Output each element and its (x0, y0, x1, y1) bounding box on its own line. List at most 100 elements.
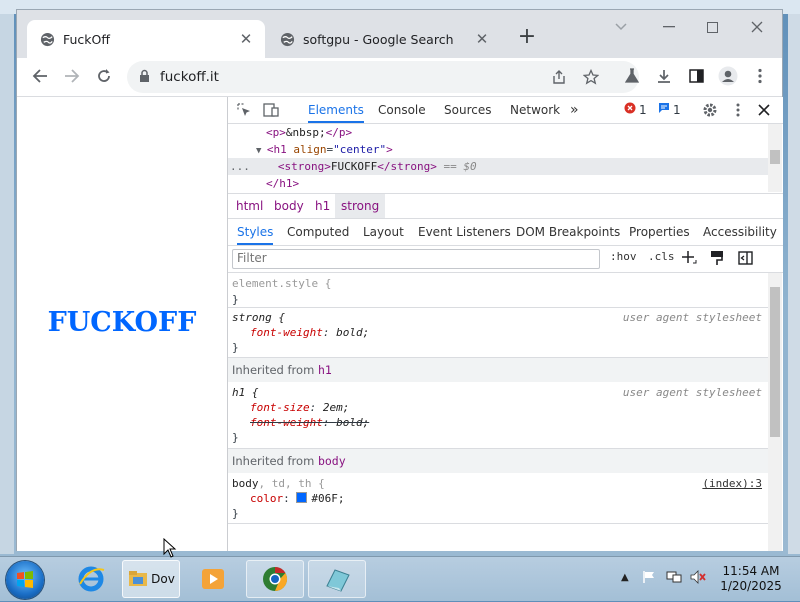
profile-avatar-icon[interactable] (715, 63, 741, 89)
maximize-icon[interactable] (692, 16, 732, 38)
menu-kebab-icon[interactable] (747, 63, 773, 89)
forward-arrow-icon[interactable] (59, 63, 85, 89)
breadcrumb-body[interactable]: body (268, 194, 310, 218)
mouse-cursor-icon (163, 537, 177, 561)
rule-selector: h1 { (232, 386, 259, 399)
dom-node-p[interactable]: <p>&nbsp;</p> (228, 124, 768, 141)
inspect-element-icon[interactable] (235, 101, 253, 119)
tab-google-search[interactable]: softgpu - Google Search ✕ (267, 20, 501, 58)
paint-roller-icon[interactable] (708, 249, 726, 267)
app-window-icon[interactable] (308, 560, 366, 598)
subtab-computed[interactable]: Computed (287, 219, 349, 245)
tab-title: softgpu - Google Search (303, 31, 454, 47)
close-tab-icon[interactable]: ✕ (235, 28, 257, 50)
dom-node-strong-selected[interactable]: ... <strong>FUCKOFF</strong> == $0 (228, 158, 768, 175)
tab-console[interactable]: Console (378, 97, 426, 123)
toggle-sidebar-icon[interactable] (736, 249, 754, 267)
node-text: FUCKOFF (330, 160, 378, 173)
devtools-menu-icon[interactable] (729, 101, 747, 119)
tab-network[interactable]: Network (510, 97, 560, 123)
rule-declaration-overridden[interactable]: font-weight: bold; (250, 415, 369, 431)
more-tabs-icon[interactable]: » (570, 97, 579, 123)
style-rule-body[interactable]: body, td, th { (index):3 color: #06F; } (228, 473, 768, 524)
styles-scrollbar-thumb[interactable] (770, 287, 780, 437)
style-rule-element[interactable]: element.style { } (228, 273, 768, 308)
lock-icon[interactable] (139, 69, 150, 86)
windows-logo-icon (17, 571, 33, 588)
settings-gear-icon[interactable] (701, 101, 719, 119)
clock-date: 1/20/2025 (720, 579, 782, 593)
dom-node-h1[interactable]: ▼ <h1 align="center"> (228, 141, 768, 158)
volume-muted-icon[interactable] (690, 570, 706, 587)
subtab-accessibility[interactable]: Accessibility (703, 219, 777, 245)
address-bar[interactable]: fuckoff.it (127, 61, 639, 93)
selector-match: body (232, 477, 259, 490)
rule-declaration[interactable]: color: #06F; (250, 491, 345, 507)
minimize-icon[interactable] (649, 16, 689, 38)
share-icon[interactable] (549, 67, 569, 87)
subtab-event-listeners[interactable]: Event Listeners (418, 219, 511, 245)
inherited-label: Inherited from (232, 454, 315, 468)
tab-search-chevron-icon[interactable] (601, 16, 641, 38)
tab-fuckoff[interactable]: FuckOff ✕ (27, 20, 265, 58)
chrome-icon[interactable] (246, 560, 304, 598)
reload-icon[interactable] (91, 63, 117, 89)
tab-sources[interactable]: Sources (444, 97, 491, 123)
close-tab-icon[interactable]: ✕ (471, 28, 493, 50)
node-text: &nbsp; (285, 126, 326, 139)
color-swatch[interactable] (296, 492, 308, 503)
background-window-edge (0, 14, 14, 554)
style-rule-strong[interactable]: strong { user agent stylesheet font-weig… (228, 307, 768, 358)
message-badge[interactable]: 1 (658, 102, 681, 117)
subtab-styles[interactable]: Styles (237, 219, 274, 245)
rule-source-link[interactable]: (index):3 (702, 476, 762, 492)
new-style-rule-icon[interactable] (680, 249, 698, 267)
page-heading: FUCKOFF (47, 307, 197, 338)
subtab-layout[interactable]: Layout (363, 219, 404, 245)
inherited-tag[interactable]: h1 (318, 363, 332, 377)
filter-box[interactable] (232, 249, 600, 269)
subtab-properties[interactable]: Properties (629, 219, 690, 245)
cls-toggle[interactable]: .cls (648, 250, 675, 263)
bookmark-star-icon[interactable] (581, 67, 601, 87)
message-icon (658, 102, 670, 117)
explorer-taskbar-button[interactable]: Dov (122, 560, 180, 598)
close-devtools-icon[interactable] (755, 101, 773, 119)
breadcrumb-h1[interactable]: h1 (309, 194, 336, 218)
tag-text: <p> (266, 126, 286, 139)
rule-close: } (232, 293, 239, 306)
start-button[interactable] (6, 561, 44, 599)
new-tab-button[interactable]: + (515, 24, 539, 49)
breadcrumb-strong[interactable]: strong (335, 194, 386, 218)
style-rule-h1[interactable]: h1 { user agent stylesheet font-size: 2e… (228, 382, 768, 449)
dom-node-h1-close[interactable]: </h1> (228, 175, 768, 192)
back-arrow-icon[interactable] (27, 63, 53, 89)
rule-selector: body, td, th { (232, 476, 325, 492)
download-icon[interactable] (651, 63, 677, 89)
rule-declaration[interactable]: font-weight: bold; (250, 325, 369, 341)
breadcrumb-html[interactable]: html (230, 194, 269, 218)
filter-input[interactable] (233, 250, 591, 266)
system-clock[interactable]: 11:54 AM 1/20/2025 (718, 564, 784, 594)
hov-toggle[interactable]: :hov (610, 250, 637, 263)
action-center-flag-icon[interactable] (642, 570, 656, 587)
node-ellipsis[interactable]: ... (230, 160, 250, 173)
globe-icon (39, 31, 55, 47)
close-window-icon[interactable] (737, 16, 777, 38)
subtab-dom-breakpoints[interactable]: DOM Breakpoints (516, 219, 620, 245)
side-panel-icon[interactable] (683, 63, 709, 89)
error-badge[interactable]: 1 (624, 102, 647, 117)
property-value: bold; (336, 326, 370, 339)
show-hidden-icons-icon[interactable]: ▲ (621, 572, 629, 583)
network-icon[interactable] (666, 570, 682, 587)
flask-icon[interactable] (619, 63, 645, 89)
inherited-tag[interactable]: body (318, 454, 346, 468)
dom-scrollbar[interactable] (768, 124, 782, 192)
internet-explorer-icon[interactable] (62, 560, 120, 598)
media-player-icon[interactable] (184, 560, 242, 598)
url-text[interactable]: fuckoff.it (160, 69, 219, 85)
device-toolbar-icon[interactable] (262, 101, 280, 119)
rule-declaration[interactable]: font-size: 2em; (250, 400, 349, 416)
expand-triangle-icon[interactable]: ▼ (256, 146, 267, 156)
tab-elements[interactable]: Elements (308, 97, 364, 123)
